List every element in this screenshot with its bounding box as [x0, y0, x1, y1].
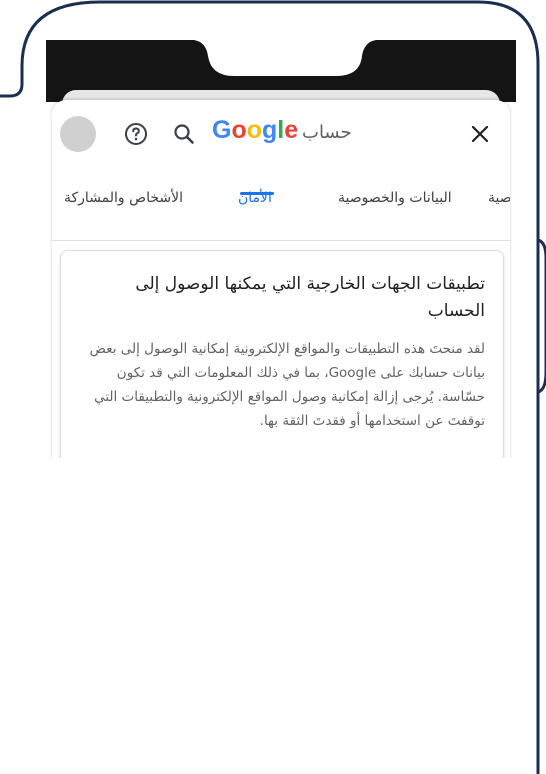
search-bar: Google حساب — [52, 100, 510, 170]
card-title: تطبيقات الجهات الخارجية التي يمكنها الوص… — [135, 274, 485, 321]
tab-people-sharing[interactable]: الأشخاص والمشاركة — [64, 190, 183, 206]
tab-bar: الأشخاص والمشاركة الأمان البيانات والخصو… — [52, 170, 510, 241]
third-party-apps-card[interactable]: تطبيقات الجهات الخارجية التي يمكنها الوص… — [60, 250, 504, 458]
search-query[interactable]: حساب — [302, 122, 352, 143]
tab-data-privacy[interactable]: البيانات والخصوصية — [338, 190, 452, 206]
account-sheet: Google حساب الأشخاص والمشاركة الأمان الب… — [52, 100, 510, 458]
card-body: لقد منحتَ هذه التطبيقات والمواقع الإلكتر… — [89, 341, 485, 429]
google-logo: Google — [212, 116, 299, 144]
search-icon[interactable] — [172, 122, 196, 146]
tab-personal-info[interactable]: صية — [488, 190, 510, 206]
active-tab-indicator — [240, 192, 274, 195]
help-icon[interactable] — [124, 122, 148, 146]
close-icon[interactable] — [470, 124, 490, 144]
phone-screen: Google حساب الأشخاص والمشاركة الأمان الب… — [46, 40, 516, 458]
avatar[interactable] — [60, 116, 96, 152]
